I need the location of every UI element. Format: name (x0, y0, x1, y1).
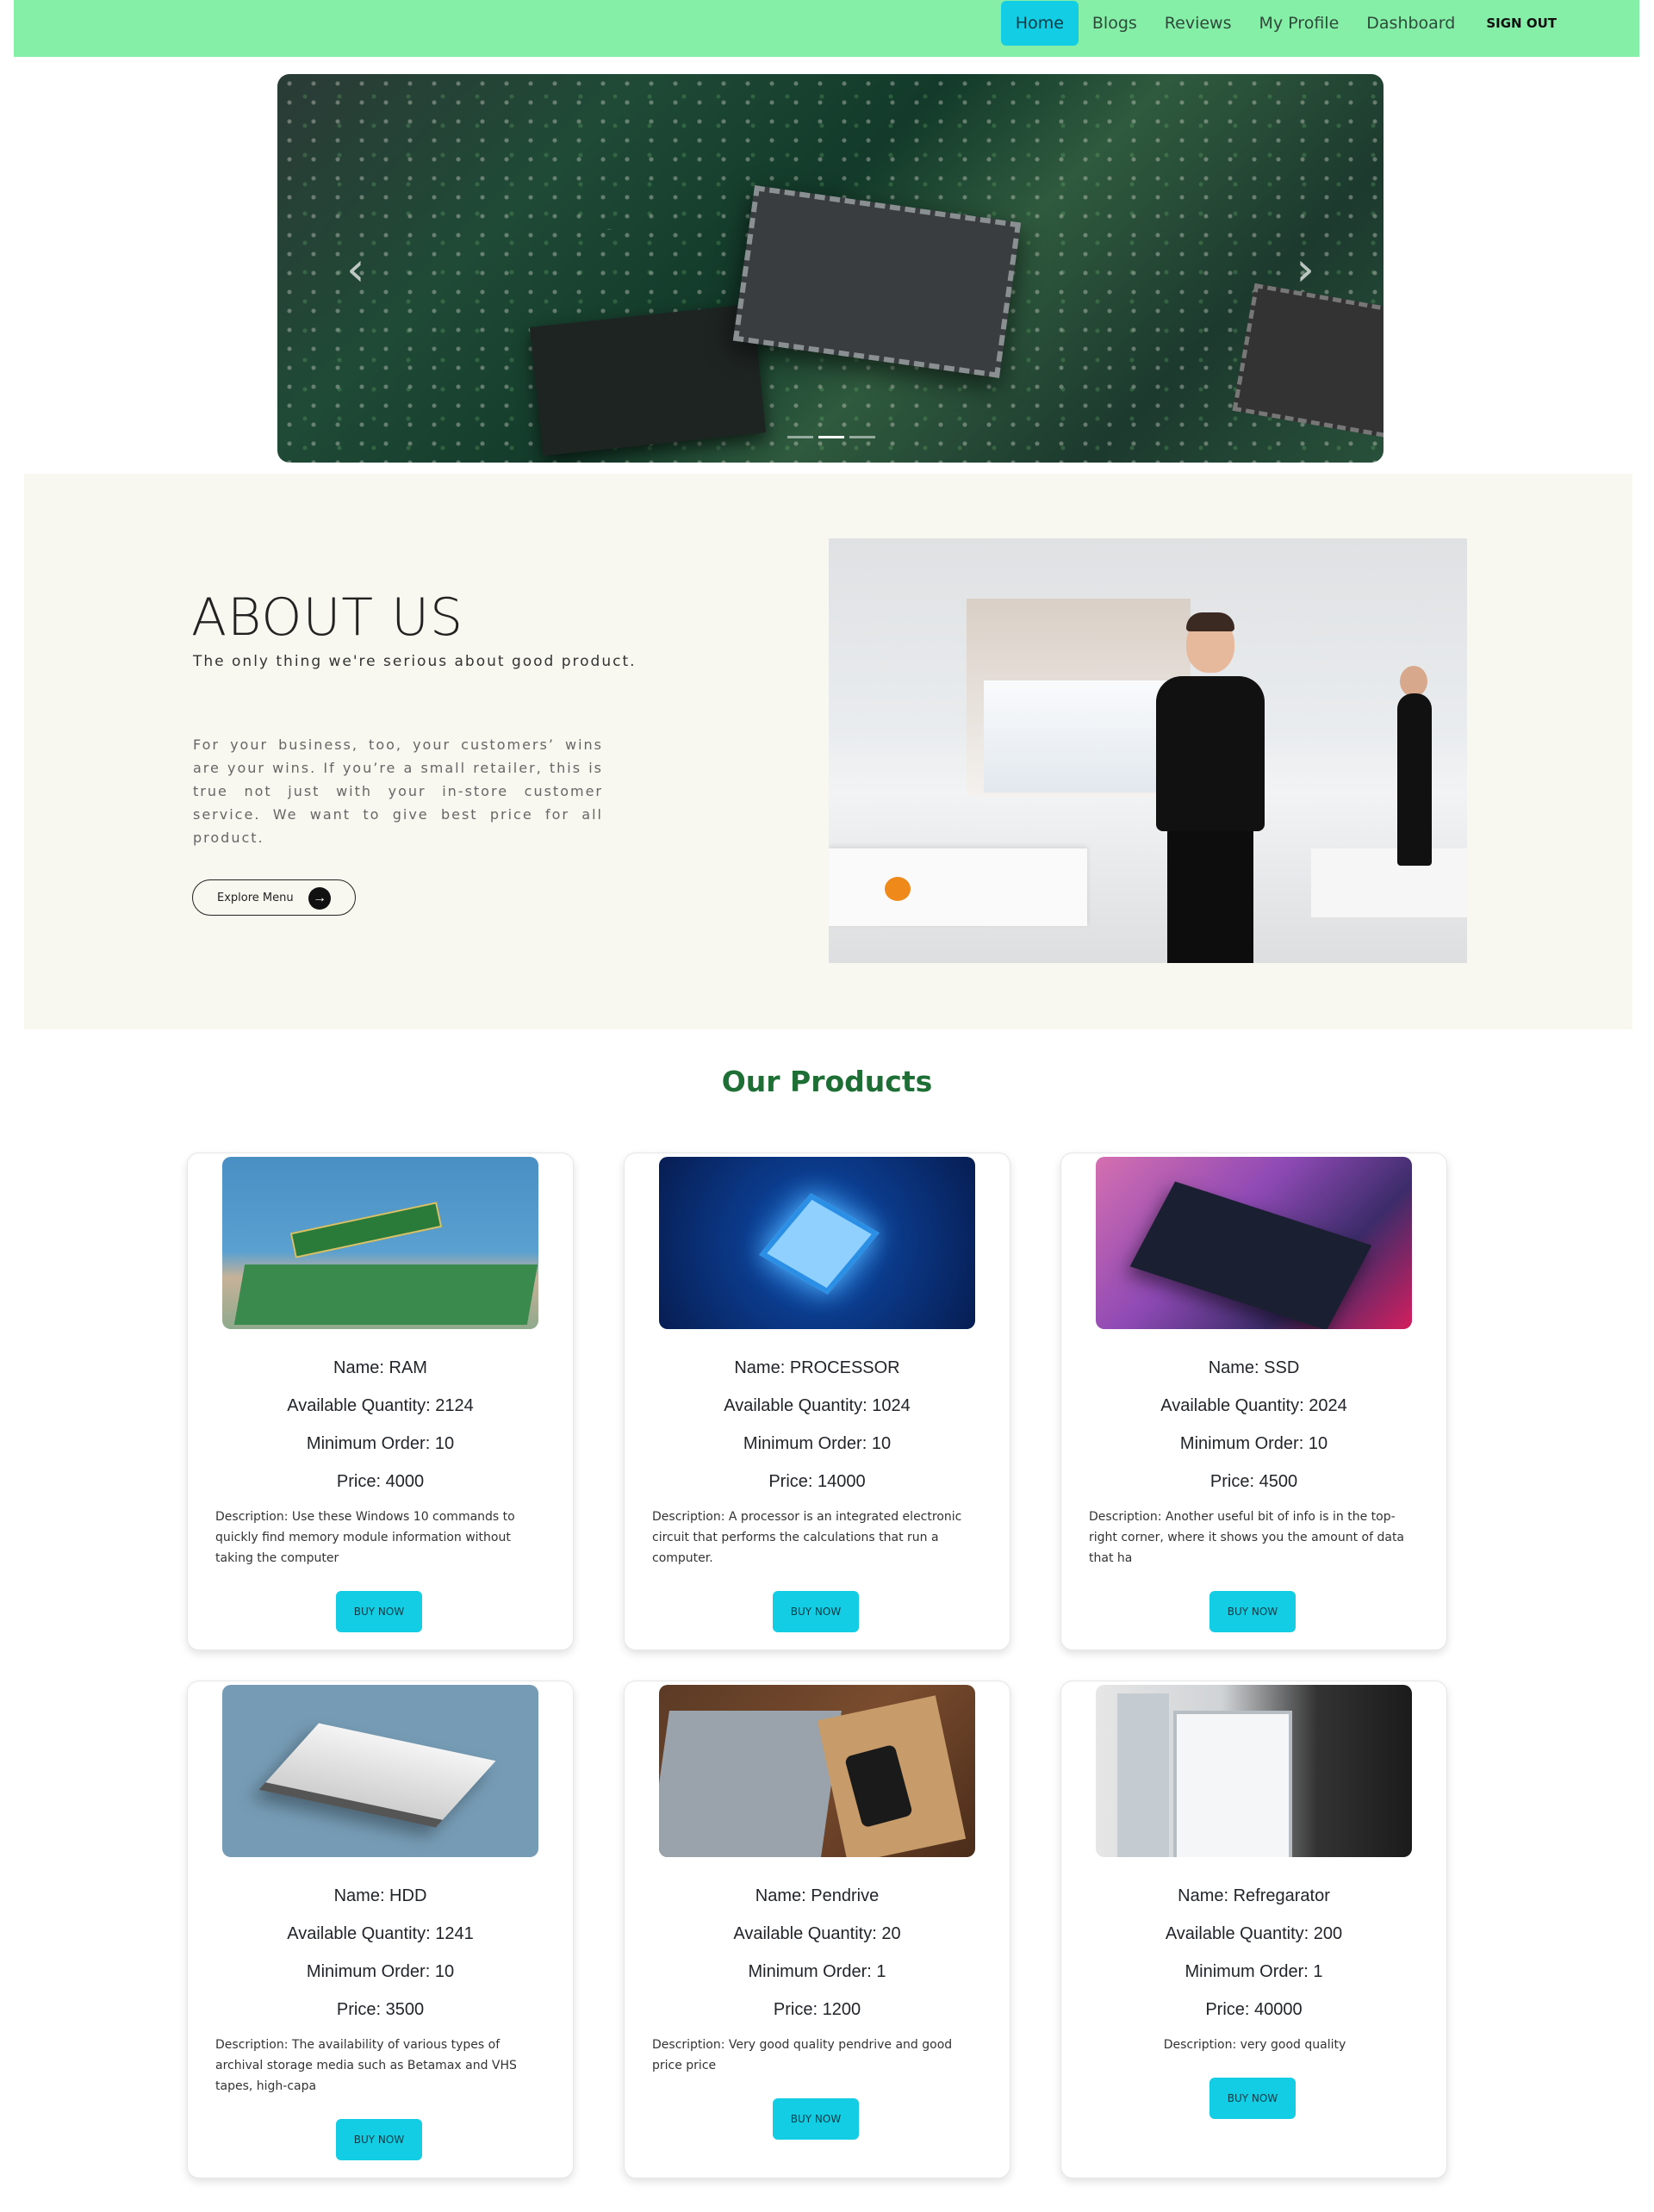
product-quantity: Available Quantity: 1024 (724, 1396, 911, 1415)
about-body: For your business, too, your customers’ … (193, 736, 603, 846)
product-description: Description: The availability of various… (215, 2038, 517, 2093)
display-table (829, 848, 1087, 926)
processor-chip (759, 1193, 880, 1295)
product-image-pendrive (659, 1685, 975, 1857)
product-price: Price: 14000 (768, 1472, 866, 1491)
product-description: Description: Another useful bit of info … (1089, 1510, 1405, 1565)
carousel-indicators (787, 436, 875, 438)
product-name: Name: HDD (333, 1886, 427, 1905)
product-min-order: Minimum Order: 10 (1179, 1434, 1328, 1453)
nav-link-dashboard[interactable]: Dashboard (1352, 1, 1469, 46)
product-description: Description: Use these Windows 10 comman… (215, 1510, 515, 1565)
product-price: Price: 1200 (773, 2000, 861, 2019)
product-min-order: Minimum Order: 1 (1185, 1962, 1323, 1981)
buy-now-button[interactable]: BUY NOW (773, 2098, 859, 2140)
navbar: Home Blogs Reviews My Profile Dashboard … (14, 0, 1639, 57)
fridge-door (1117, 1693, 1169, 1857)
product-min-order: Minimum Order: 10 (306, 1962, 455, 1981)
buy-now-button[interactable]: BUY NOW (336, 2119, 422, 2160)
salesman-hair (1186, 612, 1234, 631)
motherboard (233, 1264, 538, 1325)
product-description: Description: very good quality (1163, 2038, 1346, 2052)
product-card: Name: PROCESSOR Available Quantity: 1024… (624, 1153, 1010, 1650)
product-price: Price: 3500 (336, 2000, 425, 2019)
product-image-processor (659, 1157, 975, 1329)
product-image-ram (222, 1157, 538, 1329)
product-image-ssd (1096, 1157, 1412, 1329)
product-price: Price: 40000 (1205, 2000, 1303, 2019)
product-card: Name: HDD Available Quantity: 1241 Minim… (187, 1681, 574, 2178)
product-card: Name: SSD Available Quantity: 2024 Minim… (1060, 1153, 1447, 1650)
product-card: Name: Refregarator Available Quantity: 2… (1060, 1681, 1447, 2178)
carousel-indicator-1[interactable] (787, 436, 813, 438)
background-person-head (1400, 666, 1427, 697)
salesman-body (1156, 676, 1265, 831)
nav-links: Home Blogs Reviews My Profile Dashboard … (1000, 0, 1570, 47)
nav-link-reviews[interactable]: Reviews (1151, 1, 1246, 46)
product-quantity: Available Quantity: 1241 (287, 1924, 474, 1943)
product-description: Description: A processor is an integrate… (652, 1510, 962, 1565)
display-table-right (1311, 848, 1467, 917)
background-person (1397, 693, 1432, 866)
about-subtitle: The only thing we're serious about good … (193, 653, 637, 670)
product-image-hdd (222, 1685, 538, 1857)
fridge-body (1173, 1711, 1292, 1857)
buy-now-button[interactable]: BUY NOW (773, 1591, 859, 1632)
salesman-legs (1167, 827, 1253, 963)
about-title: ABOUT US (191, 587, 464, 648)
hdd-drive (258, 1723, 496, 1828)
product-min-order: Minimum Order: 10 (743, 1434, 892, 1453)
buy-now-button[interactable]: BUY NOW (1209, 2078, 1296, 2119)
product-price: Price: 4000 (336, 1472, 425, 1491)
product-quantity: Available Quantity: 200 (1165, 1924, 1343, 1943)
arrow-right-icon: → (308, 887, 331, 910)
pumpkin-decoration (885, 877, 911, 901)
nav-link-home[interactable]: Home (1000, 1, 1079, 46)
explore-menu-label: Explore Menu (217, 891, 294, 904)
product-quantity: Available Quantity: 2024 (1160, 1396, 1347, 1415)
laptop (659, 1711, 842, 1857)
nav-link-blogs[interactable]: Blogs (1079, 1, 1151, 46)
product-name: Name: Pendrive (755, 1886, 880, 1905)
product-card: Name: Pendrive Available Quantity: 20 Mi… (624, 1681, 1010, 2178)
nav-link-my-profile[interactable]: My Profile (1246, 1, 1353, 46)
ssd-drive (1129, 1181, 1372, 1329)
explore-menu-button[interactable]: Explore Menu → (192, 879, 356, 916)
buy-now-button[interactable]: BUY NOW (336, 1591, 422, 1632)
products-title: Our Products (721, 1065, 933, 1098)
store-photo (829, 538, 1467, 963)
product-description: Description: Very good quality pendrive … (652, 2038, 953, 2072)
product-name: Name: SSD (1208, 1358, 1300, 1377)
carousel-indicator-2[interactable] (818, 436, 844, 438)
product-name: Name: RAM (333, 1358, 427, 1377)
about-section: ABOUT US The only thing we're serious ab… (24, 474, 1632, 1029)
sign-out-button[interactable]: SIGN OUT (1472, 16, 1570, 31)
product-quantity: Available Quantity: 20 (733, 1924, 901, 1943)
product-quantity: Available Quantity: 2124 (287, 1396, 474, 1415)
capacitor-bank (529, 303, 767, 457)
hero-carousel: ‹ › (277, 74, 1384, 463)
product-image-refrigerator (1096, 1685, 1412, 1857)
buy-now-button[interactable]: BUY NOW (1209, 1591, 1296, 1632)
product-min-order: Minimum Order: 1 (748, 1962, 886, 1981)
chevron-right-icon[interactable]: › (1296, 242, 1315, 296)
product-name: Name: PROCESSOR (734, 1358, 900, 1377)
product-card: Name: RAM Available Quantity: 2124 Minim… (187, 1153, 574, 1650)
ram-stick (289, 1202, 443, 1258)
chevron-left-icon[interactable]: ‹ (346, 242, 365, 296)
product-name: Name: Refregarator (1178, 1886, 1330, 1905)
carousel-indicator-3[interactable] (849, 436, 875, 438)
product-min-order: Minimum Order: 10 (306, 1434, 455, 1453)
product-price: Price: 4500 (1209, 1472, 1298, 1491)
